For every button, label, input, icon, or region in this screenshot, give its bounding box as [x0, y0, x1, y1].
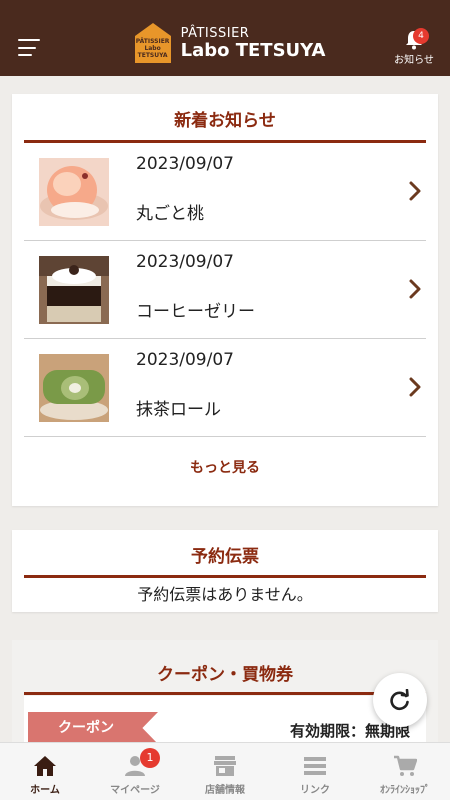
tab-home[interactable]: ホーム [0, 743, 90, 800]
brand-main: Labo TETSUYA [180, 39, 326, 61]
mypage-badge: 1 [140, 748, 160, 768]
tab-label: 店舗情報 [205, 785, 245, 796]
more-news-link[interactable]: もっと見る [12, 457, 438, 477]
brand-logo[interactable]: PÂTISSIER Labo TETSUYA PÂTISSIER Labo TETS… [134, 23, 326, 63]
brand-text: PÂTISSIER Labo TETSUYA [181, 26, 326, 61]
tab-links[interactable]: リンク [270, 743, 360, 800]
chevron-right-icon [409, 181, 421, 201]
tab-label: ホーム [30, 785, 60, 796]
news-title: 新着お知らせ [174, 111, 276, 131]
refresh-button[interactable] [373, 673, 427, 727]
tab-store-info[interactable]: 店舗情報 [180, 743, 270, 800]
news-item[interactable]: 2023/09/07 丸ごと桃 [24, 143, 426, 241]
coupon-tag: クーポン [28, 712, 158, 744]
title-rule [24, 575, 426, 578]
news-item-title: 丸ごと桃 [136, 204, 204, 224]
coffee-jelly-image [39, 256, 109, 324]
tab-mypage[interactable]: 1 マイページ [90, 743, 180, 800]
notifications-label: お知らせ [394, 55, 434, 66]
app-header: PÂTISSIER Labo TETSUYA PÂTISSIER Labo TETS… [0, 0, 450, 76]
list-icon [304, 757, 326, 775]
news-item[interactable]: 2023/09/07 コーヒーゼリー [24, 241, 426, 339]
refresh-icon [390, 689, 409, 711]
tab-online-shop[interactable]: ｵﾝﾗｲﾝｼｮｯﾌﾟ [360, 743, 450, 800]
coupon-title: クーポン・買物券 [157, 665, 293, 685]
reservation-card: 予約伝票 予約伝票はありません。 [12, 530, 438, 612]
tab-label: マイページ [110, 785, 160, 796]
reservation-title: 予約伝票 [191, 547, 259, 567]
logo-house-icon: PÂTISSIER Labo TETSUYA [134, 23, 171, 63]
tab-label: リンク [300, 785, 330, 796]
bottom-tab-bar: ホーム 1 マイページ 店舗情報 リンク ｵﾝﾗｲﾝｼｮｯﾌﾟ [0, 742, 450, 800]
menu-icon[interactable] [18, 39, 40, 56]
news-date: 2023/09/07 [136, 154, 234, 174]
chevron-right-icon [409, 279, 421, 299]
news-item-title: コーヒーゼリー [136, 302, 255, 322]
news-date: 2023/09/07 [136, 252, 234, 272]
news-item-title: 抹茶ロール [136, 400, 221, 420]
peach-cake-image [39, 158, 109, 226]
store-icon [214, 756, 236, 776]
title-rule [24, 692, 426, 695]
matcha-roll-image [39, 354, 109, 422]
reservation-empty-text: 予約伝票はありません。 [137, 585, 313, 604]
news-card: 新着お知らせ 2023/09/07 丸ごと桃 2023/09/07 コーヒーゼリ… [12, 94, 438, 506]
notifications-button[interactable]: 4 お知らせ [392, 28, 436, 66]
news-item[interactable]: 2023/09/07 抹茶ロール [24, 339, 426, 437]
tab-label: ｵﾝﾗｲﾝｼｮｯﾌﾟ [380, 785, 430, 796]
brand-small: PÂTISSIER [180, 25, 250, 41]
news-date: 2023/09/07 [136, 350, 234, 370]
notifications-badge: 4 [413, 28, 429, 44]
cart-icon [394, 755, 417, 776]
chevron-right-icon [409, 377, 421, 397]
home-icon [34, 756, 56, 776]
